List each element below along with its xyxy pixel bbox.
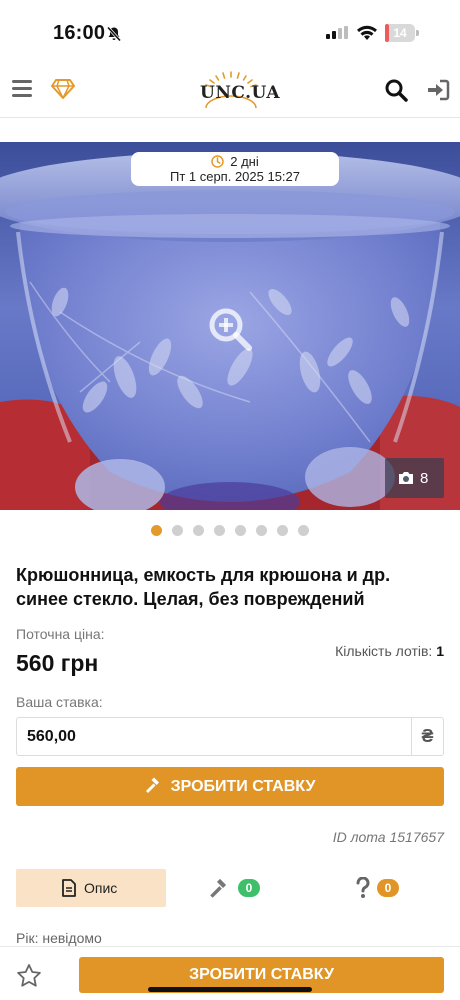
pagination-dot[interactable]: [235, 525, 246, 536]
bell-off-icon: [106, 26, 122, 42]
timer-days: 2 дні: [230, 154, 259, 169]
place-bid-button[interactable]: ЗРОБИТИ СТАВКУ: [16, 767, 444, 806]
signal-icon: [326, 26, 348, 39]
year-detail: Рік: невідомо: [16, 930, 102, 946]
question-icon: [356, 877, 370, 898]
login-icon[interactable]: [426, 79, 450, 101]
photo-count[interactable]: 8: [385, 458, 444, 498]
bid-input[interactable]: [17, 718, 412, 755]
lots-count: Кількість лотів: 1: [335, 643, 444, 659]
battery-icon: 14: [385, 24, 419, 42]
lot-image[interactable]: 2 дні Пт 1 серп. 2025 15:27 8: [0, 142, 460, 510]
hammer-icon: [145, 777, 159, 793]
home-indicator: [148, 987, 312, 992]
pagination-dot[interactable]: [214, 525, 225, 536]
document-icon: [62, 879, 76, 897]
menu-icon[interactable]: [12, 80, 32, 98]
lots-count-label: Кількість лотів:: [335, 643, 433, 659]
wifi-icon: [357, 25, 377, 40]
battery-level: 14: [393, 26, 407, 40]
hammer-icon: [210, 878, 227, 898]
star-icon[interactable]: [16, 963, 42, 989]
pagination-dot[interactable]: [151, 525, 162, 536]
lot-id: ID лота 1517657: [332, 829, 444, 845]
lots-count-value: 1: [436, 643, 444, 659]
bid-label: Ваша ставка:: [16, 694, 103, 710]
status-time: 16:00: [53, 22, 106, 44]
timer-date: Пт 1 серп. 2025 15:27: [169, 169, 301, 184]
bottom-bar: ЗРОБИТИ СТАВКУ: [0, 946, 460, 1000]
clock-icon: [211, 155, 224, 168]
search-icon[interactable]: [384, 78, 408, 102]
photo-count-value: 8: [420, 470, 429, 487]
pagination-dot[interactable]: [172, 525, 183, 536]
pagination-dot[interactable]: [256, 525, 267, 536]
site-logo[interactable]: UNC.UA: [186, 70, 280, 110]
camera-icon: [399, 472, 413, 484]
bids-count-badge: 0: [238, 879, 260, 897]
pagination-dot[interactable]: [298, 525, 309, 536]
tab-description[interactable]: Опис: [16, 869, 166, 907]
tab-description-label: Опис: [84, 880, 118, 896]
current-price-label: Поточна ціна:: [16, 626, 105, 642]
bid-field: ₴: [16, 717, 444, 756]
currency-icon: ₴: [411, 718, 443, 755]
place-bid-label: ЗРОБИТИ СТАВКУ: [170, 778, 316, 795]
auction-timer: 2 дні Пт 1 серп. 2025 15:27: [131, 152, 339, 186]
logo-text: UNC.UA: [200, 83, 281, 103]
diamond-icon[interactable]: [51, 78, 75, 100]
questions-count-badge: 0: [377, 879, 399, 897]
pagination-dot[interactable]: [277, 525, 288, 536]
status-bar: 16:00 14: [0, 0, 460, 66]
tab-questions[interactable]: 0: [353, 876, 413, 900]
lot-tabs: Опис 0 0: [16, 869, 444, 907]
pagination-dot[interactable]: [193, 525, 204, 536]
tab-bids[interactable]: 0: [209, 876, 269, 900]
app-header: UNC.UA: [0, 66, 460, 118]
zoom-in-icon[interactable]: [207, 306, 253, 352]
lot-title: Крюшонница, емкость для крюшона и др. си…: [16, 565, 391, 609]
current-price: 560 грн: [16, 650, 99, 676]
